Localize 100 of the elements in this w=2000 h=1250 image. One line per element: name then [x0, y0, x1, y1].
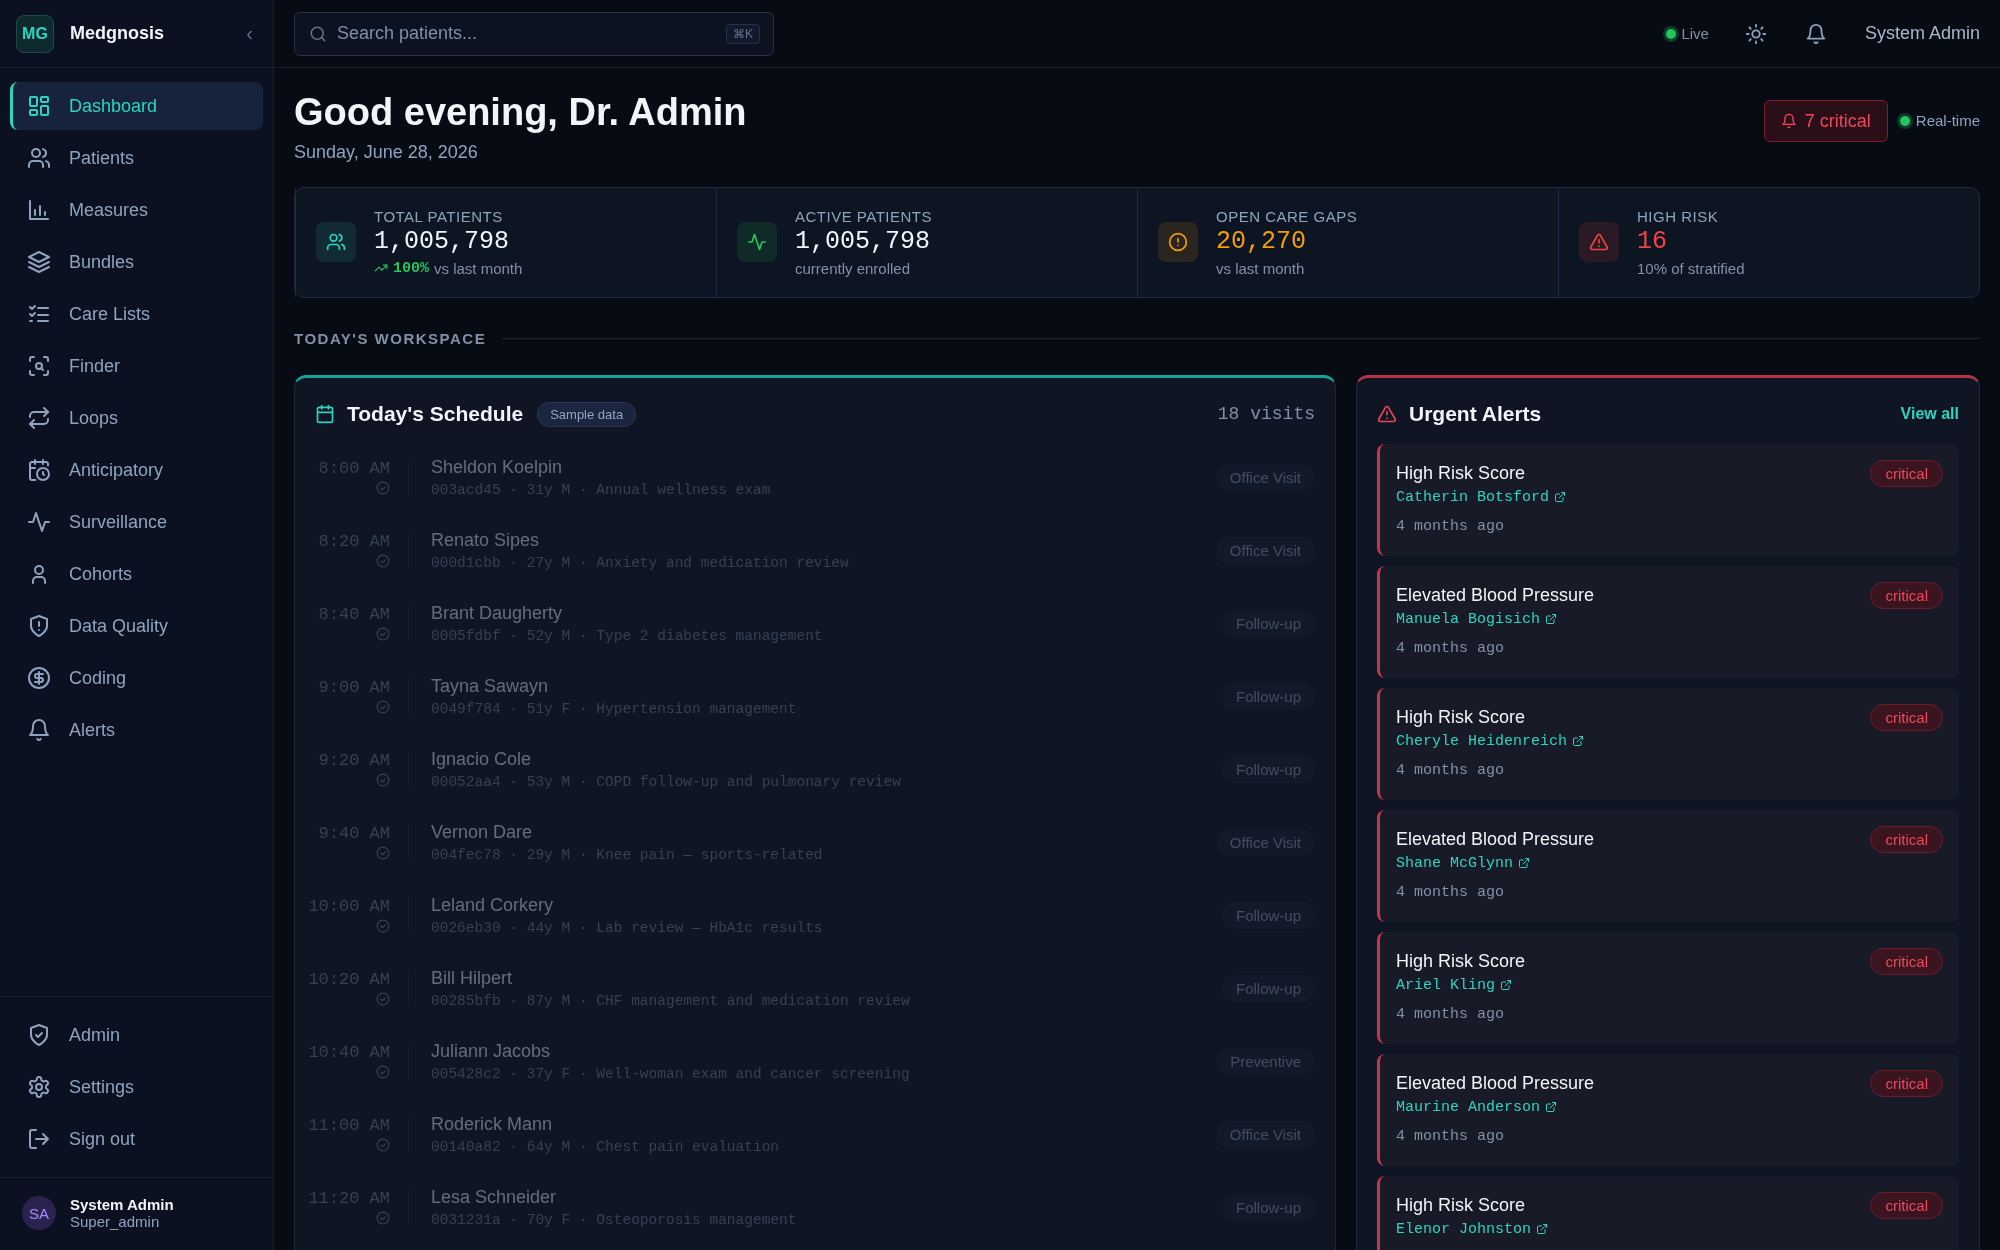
patient-name: Bill Hilpert — [431, 967, 514, 989]
nav-item[interactable]: Cohorts — [10, 550, 263, 598]
patient-link[interactable]: Elenor Johnston — [1396, 1220, 1549, 1238]
logout-icon — [27, 1127, 51, 1151]
check-circle-icon — [376, 627, 390, 642]
nav-item[interactable]: Patients — [10, 134, 263, 182]
external-link-icon — [1572, 735, 1585, 748]
alert-title: High Risk Score — [1396, 462, 1526, 484]
app-logo: MG — [16, 14, 54, 53]
patient-link[interactable]: Maurine Anderson — [1396, 1098, 1558, 1116]
alert-time: 4 months ago — [1396, 517, 1506, 535]
nav-item[interactable]: Dashboard — [10, 82, 263, 130]
alert-card[interactable]: Elevated Blood Pressure critical Maurine Anderson 4 months ago — [1377, 1053, 1959, 1166]
external-link-icon — [1554, 491, 1567, 504]
patient-name: Tayna Sawayn — [431, 675, 550, 697]
external-link-icon — [1536, 1223, 1549, 1236]
patient-link[interactable]: Manuela Bogisich — [1396, 610, 1558, 628]
stat-note: 10% of stratified — [1637, 259, 1745, 277]
calendar-icon — [315, 404, 335, 425]
status-dot — [1899, 115, 1910, 126]
nav-item[interactable]: Admin — [10, 1011, 263, 1059]
panel-title: Urgent Alerts — [1409, 401, 1542, 426]
alert-time: 4 months ago — [1396, 639, 1506, 657]
nav-item[interactable]: Surveillance — [10, 498, 263, 546]
stat-value: 1,005,798 — [374, 226, 511, 256]
alert-title: High Risk Score — [1396, 706, 1526, 728]
patient-name: Leland Corkery — [431, 894, 555, 916]
patient-name: Juliann Jacobs — [431, 1040, 552, 1062]
greeting-title: Good evening, Dr. Admin — [294, 90, 747, 135]
nav-item[interactable]: Care Lists — [10, 290, 263, 338]
alert-card[interactable]: High Risk Score critical Ariel Kling 4 months ago — [1377, 931, 1959, 1044]
nav-item[interactable]: Alerts — [10, 706, 263, 754]
bell-icon — [1804, 22, 1827, 45]
stat-value: 16 — [1637, 226, 1668, 256]
check-circle-icon — [376, 554, 390, 569]
user-menu[interactable]: System Admin — [1864, 23, 1980, 44]
warning-icon — [1377, 403, 1397, 424]
alert-card[interactable]: High Risk Score critical Elenor Johnston — [1377, 1175, 1959, 1250]
critical-alerts-button[interactable]: 7 critical — [1763, 100, 1888, 142]
severity-badge: critical — [1870, 459, 1943, 487]
arrows-icon — [27, 406, 51, 430]
bell-icon — [27, 718, 51, 742]
user-role: Super_admin — [70, 1213, 161, 1230]
alert-time: 4 months ago — [1396, 1127, 1506, 1145]
bell-icon — [1780, 113, 1797, 129]
external-link-icon — [1545, 613, 1558, 626]
alert-card[interactable]: High Risk Score critical Catherin Botsford 4 months ago — [1377, 443, 1959, 556]
alert-card[interactable]: Elevated Blood Pressure critical Shane McGlynn 4 months ago — [1377, 809, 1959, 922]
nav-item[interactable]: Anticipatory — [10, 446, 263, 494]
severity-badge: critical — [1870, 703, 1943, 731]
nav-item[interactable]: Coding — [10, 654, 263, 702]
check-circle-icon — [376, 1211, 390, 1226]
search-icon — [309, 24, 327, 43]
collapse-button[interactable]: ‹ — [242, 22, 257, 45]
alert-time: 4 months ago — [1396, 1005, 1506, 1023]
patient-link[interactable]: Catherin Botsford — [1396, 488, 1567, 506]
app-name: Medgnosis — [70, 23, 165, 44]
patient-name: Renato Sipes — [431, 529, 541, 551]
alert-time: 4 months ago — [1396, 883, 1506, 901]
alert-title: Elevated Blood Pressure — [1396, 584, 1595, 606]
notifications-button[interactable] — [1804, 22, 1827, 45]
patient-link[interactable]: Shane McGlynn — [1396, 854, 1531, 872]
realtime-label: Real-time — [1915, 112, 1980, 129]
patient-link[interactable]: Ariel Kling — [1396, 976, 1513, 994]
stat-value: 20,270 — [1216, 226, 1307, 256]
patient-name: Roderick Mann — [431, 1113, 554, 1135]
stat-label: OPEN CARE GAPS — [1216, 207, 1358, 225]
patient-name: Vernon Dare — [431, 821, 534, 843]
stat-note: currently enrolled — [795, 259, 911, 277]
trend-value: 100% — [393, 259, 429, 277]
alert-card[interactable]: Elevated Blood Pressure critical Manuela Bogisich 4 months ago — [1377, 565, 1959, 678]
external-link-icon — [1500, 979, 1513, 992]
people-icon — [27, 146, 51, 170]
severity-badge: critical — [1870, 581, 1943, 609]
external-link-icon — [1518, 857, 1531, 870]
theme-toggle[interactable] — [1744, 22, 1767, 45]
check-circle-icon — [376, 481, 390, 496]
alert-title: High Risk Score — [1396, 950, 1526, 972]
nav-item[interactable]: Bundles — [10, 238, 263, 286]
stat-value: 1,005,798 — [795, 226, 932, 256]
bar-chart-icon — [27, 198, 51, 222]
alert-card[interactable]: High Risk Score critical Cheryle Heidenreich 4 months ago — [1377, 687, 1959, 800]
nav-item[interactable]: Loops — [10, 394, 263, 442]
date-text: Sunday, June 28, 2026 — [294, 141, 479, 163]
stat-label: ACTIVE PATIENTS — [795, 207, 932, 225]
nav-item[interactable]: Settings — [10, 1063, 263, 1111]
nav-item[interactable]: Finder — [10, 342, 263, 390]
alert-time: 4 months ago — [1396, 761, 1506, 779]
patient-name: Ignacio Cole — [431, 748, 533, 770]
check-circle-icon — [376, 919, 390, 934]
view-all-link[interactable]: View all — [1900, 404, 1959, 423]
stat-note: vs last month — [1216, 259, 1305, 277]
nav-item[interactable]: Measures — [10, 186, 263, 234]
user-avatar: SA — [22, 1196, 56, 1230]
user-name: System Admin — [70, 1196, 174, 1213]
nav-item[interactable]: Sign out — [10, 1115, 263, 1163]
external-link-icon — [1545, 1101, 1558, 1114]
nav-item[interactable]: Data Quality — [10, 602, 263, 650]
stat-label: TOTAL PATIENTS — [374, 207, 504, 225]
patient-link[interactable]: Cheryle Heidenreich — [1396, 732, 1585, 750]
